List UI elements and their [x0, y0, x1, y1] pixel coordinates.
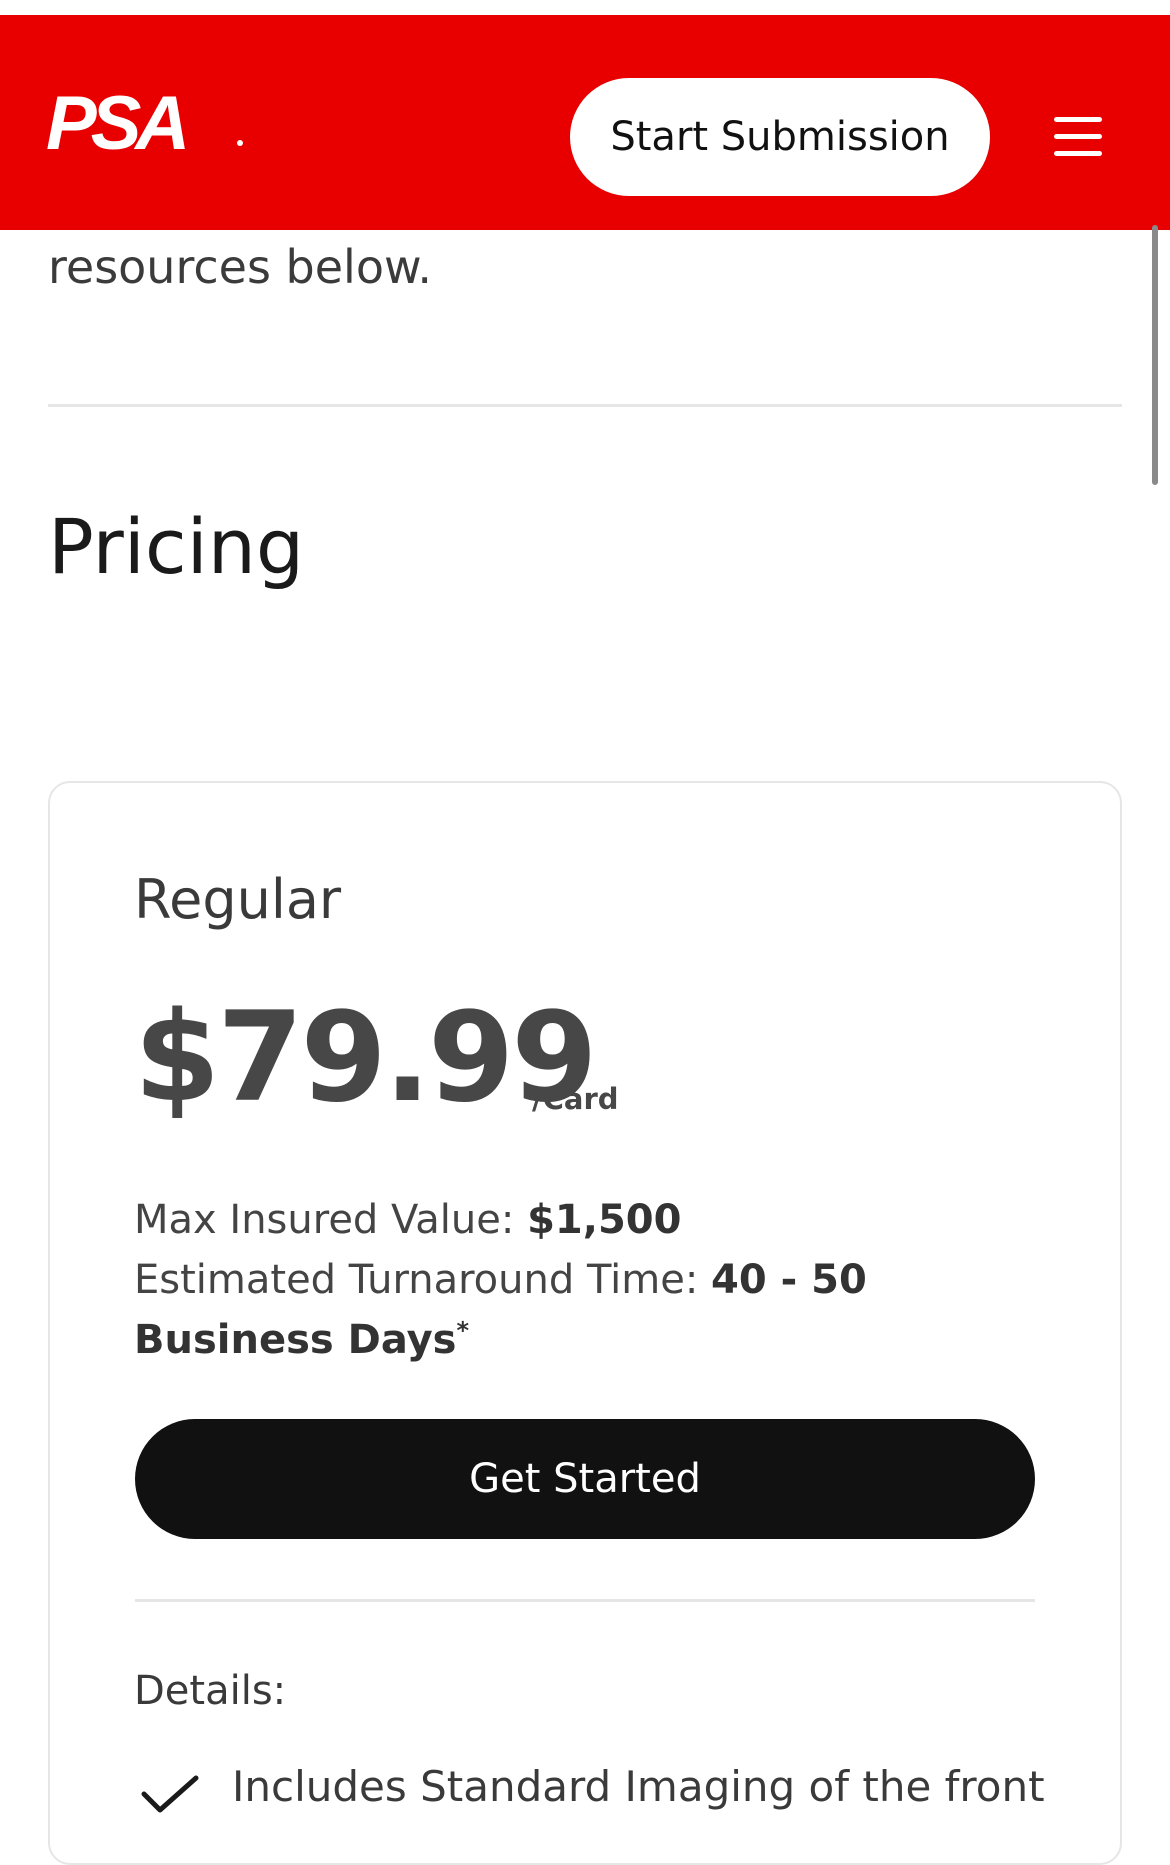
- turnaround-range: 40 - 50: [711, 1257, 867, 1303]
- section-divider: [48, 404, 1122, 407]
- turnaround-time: Estimated Turnaround Time: 40 - 50: [134, 1256, 867, 1304]
- svg-text:PSA: PSA: [46, 87, 185, 166]
- checkmark-icon: [141, 1775, 199, 1813]
- turnaround-unit: Business Days: [134, 1317, 457, 1363]
- intro-text: resources below.: [48, 240, 432, 294]
- max-insured-amount: $1,500: [527, 1197, 682, 1243]
- site-header: PSA Start Submission: [0, 15, 1170, 230]
- details-heading: Details:: [134, 1668, 287, 1714]
- feature-item-text: Includes Standard Imaging of the front: [232, 1762, 1045, 1811]
- card-divider: [135, 1599, 1035, 1602]
- get-started-button[interactable]: Get Started: [135, 1419, 1035, 1539]
- scrollbar-thumb[interactable]: [1152, 225, 1158, 485]
- status-bar-area: [0, 0, 1170, 15]
- plan-price: $79.99: [134, 986, 598, 1130]
- max-insured-label: Max Insured Value:: [134, 1197, 515, 1243]
- max-insured-value: Max Insured Value: $1,500: [134, 1196, 681, 1244]
- pricing-heading: Pricing: [48, 502, 305, 591]
- turnaround-time-unit: Business Days*: [134, 1316, 469, 1364]
- price-unit: /Card: [532, 1082, 619, 1116]
- plan-name: Regular: [134, 868, 342, 931]
- hamburger-menu-icon[interactable]: [1052, 115, 1104, 159]
- psa-logo[interactable]: PSA: [46, 87, 246, 187]
- turnaround-footnote-marker: *: [456, 1316, 470, 1345]
- start-submission-button[interactable]: Start Submission: [570, 78, 990, 196]
- turnaround-label: Estimated Turnaround Time:: [134, 1257, 699, 1303]
